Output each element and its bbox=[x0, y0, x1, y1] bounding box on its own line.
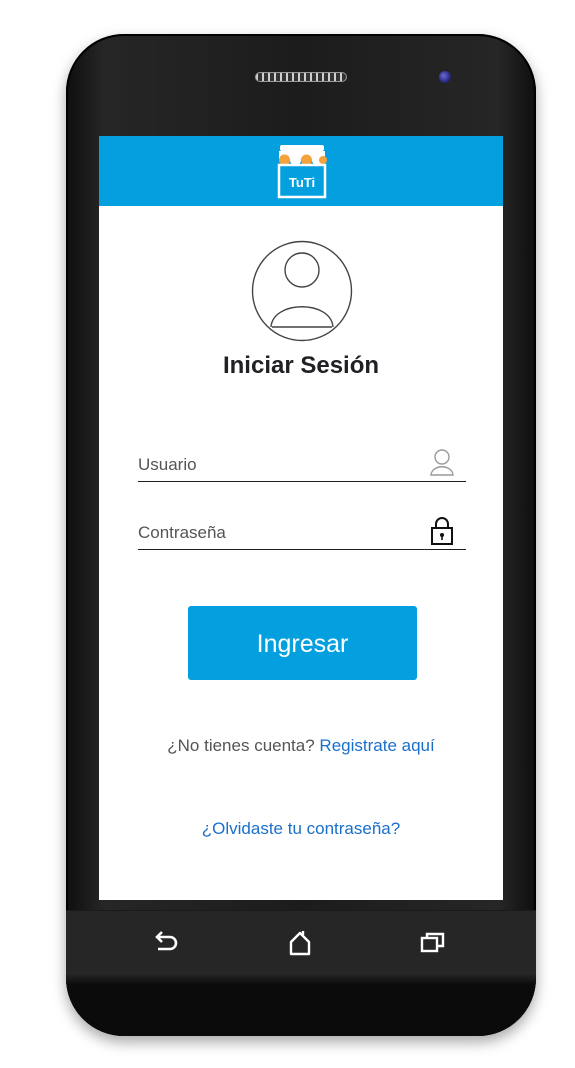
register-prompt-text: ¿No tienes cuenta? bbox=[167, 736, 315, 755]
password-field bbox=[138, 514, 466, 550]
page-title: Iniciar Sesión bbox=[222, 352, 380, 379]
app-screen: TuTi Iniciar Sesión I bbox=[99, 136, 503, 900]
avatar-icon bbox=[251, 240, 353, 342]
phone-frame: TuTi Iniciar Sesión I bbox=[66, 34, 536, 1036]
home-icon[interactable] bbox=[285, 928, 315, 958]
forgot-password: ¿Olvidaste tu contraseña? bbox=[99, 819, 503, 839]
login-button[interactable]: Ingresar bbox=[188, 606, 417, 680]
lock-icon bbox=[431, 517, 453, 545]
password-input[interactable] bbox=[138, 523, 418, 543]
user-outline-icon bbox=[430, 449, 454, 476]
store-logo-icon: TuTi bbox=[277, 145, 327, 199]
back-icon[interactable] bbox=[150, 928, 180, 958]
username-field bbox=[138, 446, 466, 482]
phone-chin bbox=[66, 972, 536, 1036]
register-link[interactable]: Registrate aquí bbox=[319, 736, 434, 755]
recent-apps-icon[interactable] bbox=[418, 928, 448, 958]
forgot-password-link[interactable]: ¿Olvidaste tu contraseña? bbox=[202, 819, 400, 838]
username-input[interactable] bbox=[138, 455, 418, 475]
front-camera bbox=[439, 71, 451, 83]
app-header: TuTi bbox=[99, 136, 503, 206]
phone-speaker bbox=[255, 72, 347, 82]
logo-text: TuTi bbox=[289, 175, 315, 190]
system-navbar bbox=[66, 910, 536, 973]
register-prompt: ¿No tienes cuenta? Registrate aquí bbox=[99, 736, 503, 756]
